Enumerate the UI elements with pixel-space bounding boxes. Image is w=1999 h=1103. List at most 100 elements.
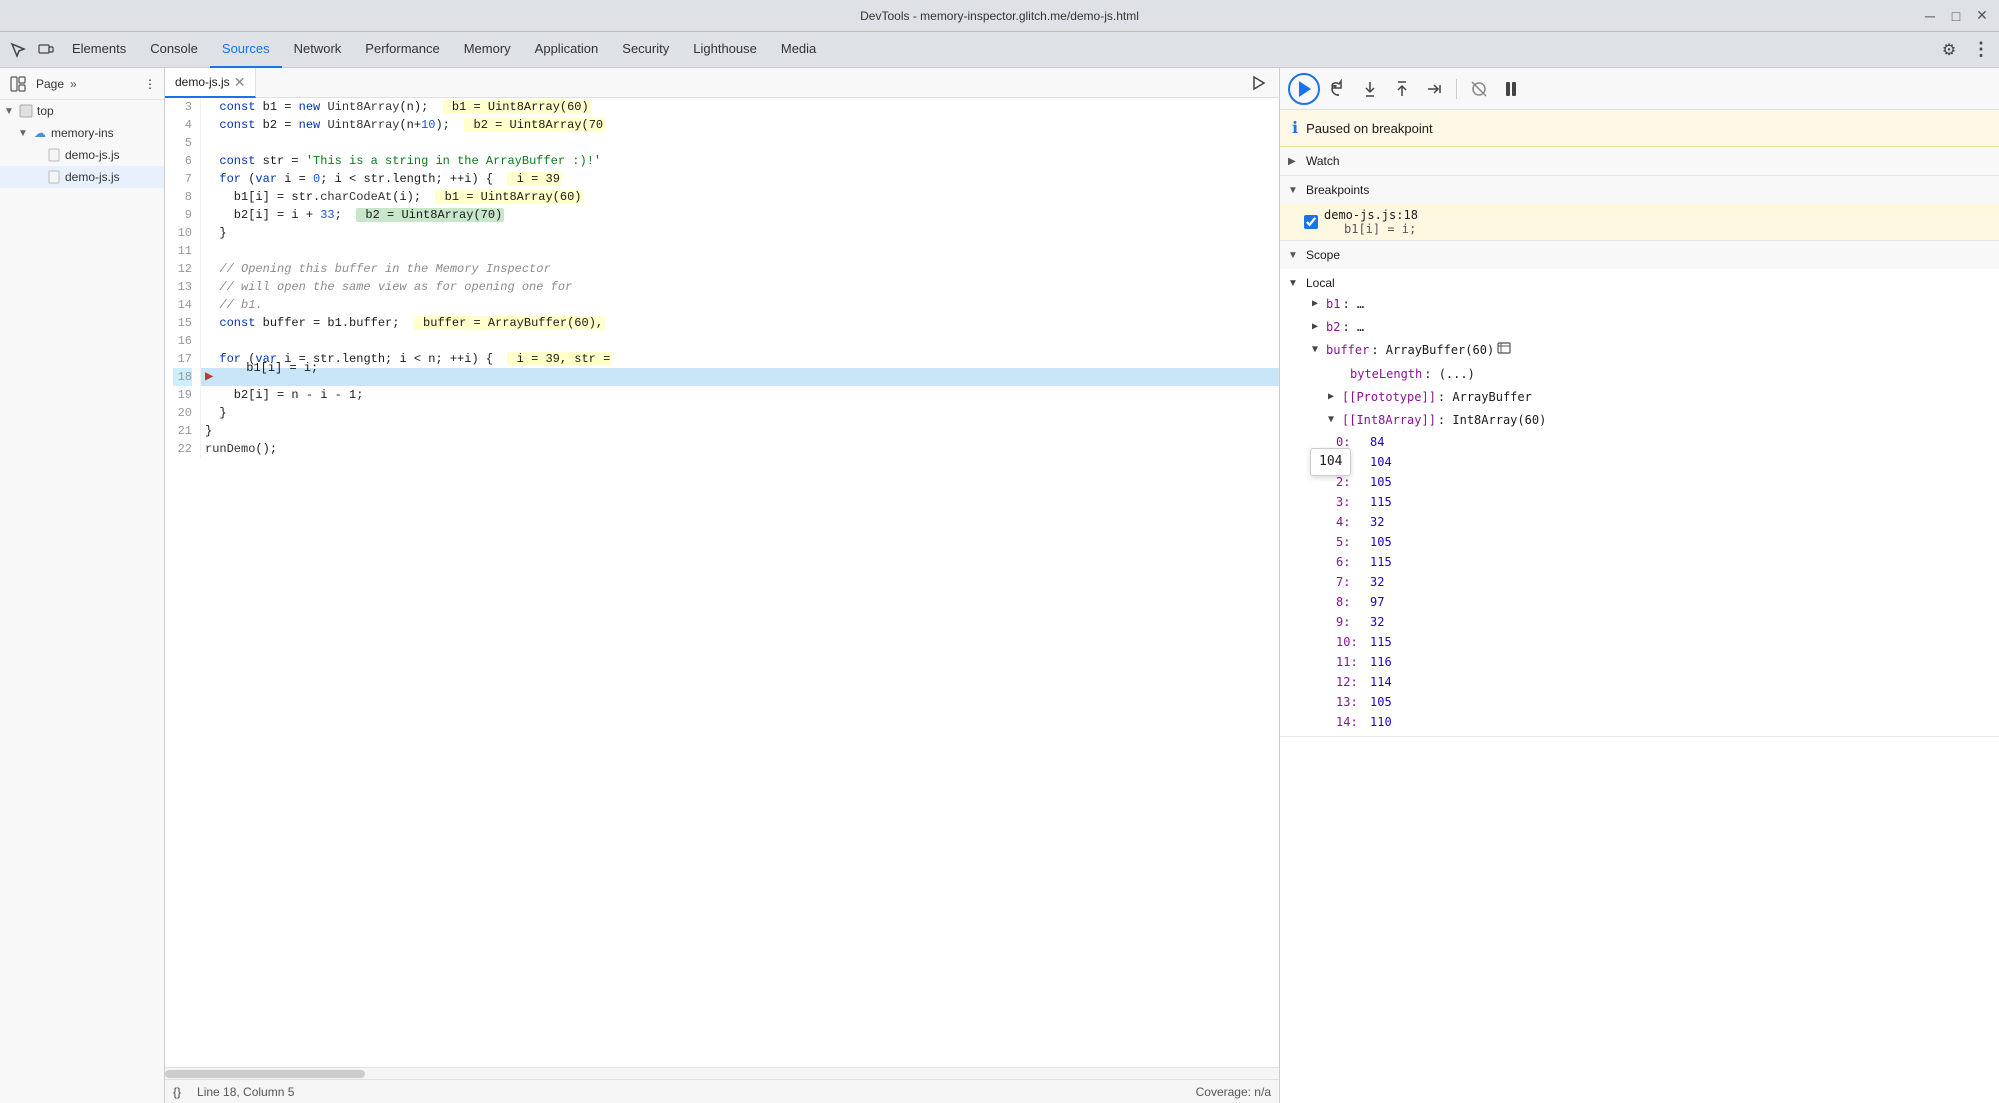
tab-network[interactable]: Network [282, 32, 354, 68]
code-horizontal-scrollbar[interactable] [165, 1067, 1279, 1079]
line-num-12: 12 [173, 260, 192, 278]
array-val-4: 32 [1370, 513, 1384, 531]
code-content[interactable]: 3 4 5 6 7 8 9 10 11 12 13 14 15 16 [165, 98, 1279, 1067]
code-line-21: } [201, 422, 1279, 440]
line-num-11: 11 [173, 242, 192, 260]
scope-b1[interactable]: ▶ b1 : … [1280, 293, 1999, 316]
scope-buffer-value: : ArrayBuffer(60) [1371, 341, 1494, 360]
expand-icon-prototype: ▶ [1328, 389, 1342, 405]
device-mode-icon[interactable] [32, 36, 60, 64]
maximize-button[interactable]: □ [1947, 7, 1965, 25]
array-key-7: 7: [1336, 573, 1366, 591]
array-key-12: 12: [1336, 673, 1366, 691]
tree-item-demo-js-1[interactable]: demo-js.js [0, 144, 164, 166]
deactivate-breakpoints-button[interactable] [1465, 75, 1493, 103]
step-out-button[interactable] [1388, 75, 1416, 103]
close-button[interactable]: ✕ [1973, 7, 1991, 25]
tree-item-demo-js-2[interactable]: demo-js.js [0, 166, 164, 188]
page-icon [18, 103, 34, 119]
array-val-0: 84 [1370, 433, 1384, 451]
breakpoint-details-0: demo-js.js:18 b1[i] = i; [1324, 208, 1418, 236]
line-num-16: 16 [173, 332, 192, 350]
line-num-15: 15 [173, 314, 192, 332]
title-bar-controls: ─ □ ✕ [1921, 7, 1991, 25]
array-val-13: 105 [1370, 693, 1392, 711]
resume-button[interactable] [1288, 73, 1320, 105]
tab-memory[interactable]: Memory [452, 32, 523, 68]
array-key-13: 13: [1336, 693, 1366, 711]
toolbar-separator [1456, 79, 1457, 99]
more-options-button[interactable]: ⋮ [1967, 36, 1995, 64]
tab-performance[interactable]: Performance [353, 32, 451, 68]
tab-security[interactable]: Security [610, 32, 681, 68]
pause-on-exceptions-button[interactable] [1497, 75, 1525, 103]
breakpoint-checkbox-0[interactable] [1304, 215, 1318, 229]
title-bar: DevTools - memory-inspector.glitch.me/de… [0, 0, 1999, 32]
array-item-3: 3: 115 [1280, 492, 1999, 512]
chevron-down-icon: ▼ [4, 106, 18, 117]
debug-toolbar [1280, 68, 1999, 110]
tab-sources[interactable]: Sources [210, 32, 282, 68]
info-icon: ℹ [1292, 118, 1298, 138]
array-key-2: 2: [1336, 473, 1366, 491]
scope-prototype[interactable]: ▶ [[Prototype]] : ArrayBuffer [1280, 386, 1999, 409]
array-item-8: 8: 97 [1280, 592, 1999, 612]
line-num-7: 7 [173, 170, 192, 188]
step-into-button[interactable] [1356, 75, 1384, 103]
scope-section-header[interactable]: ▼ Scope [1280, 241, 1999, 269]
step-over-button[interactable] [1324, 75, 1352, 103]
code-playback-button[interactable] [1247, 71, 1271, 95]
array-item-4: 4: 32 [1280, 512, 1999, 532]
step-button[interactable] [1420, 75, 1448, 103]
cursor-icon[interactable] [4, 36, 32, 64]
line-num-14: 14 [173, 296, 192, 314]
page-tab[interactable]: Page [32, 75, 68, 93]
code-tabs: demo-js.js ✕ [165, 68, 1279, 98]
scope-b2[interactable]: ▶ b2 : … [1280, 316, 1999, 339]
code-scrollbar-thumb[interactable] [165, 1070, 365, 1078]
format-button[interactable]: {} [173, 1085, 181, 1099]
line-num-22: 22 [173, 440, 192, 458]
memory-inspector-icon[interactable] [1497, 341, 1511, 355]
array-key-6: 6: [1336, 553, 1366, 571]
tree-label-demo-js-1: demo-js.js [65, 148, 120, 162]
tab-media[interactable]: Media [769, 32, 828, 68]
tree-item-memory-ins[interactable]: ▼ ☁ memory-ins [0, 122, 164, 144]
code-line-6: const str = 'This is a string in the Arr… [201, 152, 1279, 170]
code-line-16 [201, 332, 1279, 350]
tab-elements[interactable]: Elements [60, 32, 138, 68]
array-item-0: 0: 84 [1280, 432, 1999, 452]
tab-application[interactable]: Application [523, 32, 611, 68]
status-bar: {} Line 18, Column 5 Coverage: n/a [165, 1079, 1279, 1103]
scope-b1-name: b1 [1326, 295, 1340, 314]
scope-section: ▼ Scope ▼ Local ▶ b1 : … [1280, 241, 1999, 737]
file-panel-menu-button[interactable]: ⋮ [144, 77, 156, 91]
line-num-19: 19 [173, 386, 192, 404]
tab-lighthouse[interactable]: Lighthouse [681, 32, 769, 68]
top-tabs-right: ⚙ ⋮ [1935, 36, 1995, 64]
watch-section-header[interactable]: ▶ Watch [1280, 147, 1999, 175]
tree-item-top[interactable]: ▼ top [0, 100, 164, 122]
close-tab-icon[interactable]: ✕ [234, 75, 246, 89]
chevron-down-icon-scope: ▼ [1288, 250, 1302, 261]
expand-icon-buffer: ▼ [1312, 342, 1326, 358]
breakpoints-section-header[interactable]: ▼ Breakpoints [1280, 176, 1999, 204]
more-tabs-button[interactable]: » [70, 77, 77, 91]
scope-int8array[interactable]: ▼ [[Int8Array]] : Int8Array(60) [1280, 409, 1999, 432]
code-tab-demo-js[interactable]: demo-js.js ✕ [165, 68, 256, 98]
array-key-14: 14: [1336, 713, 1366, 731]
array-val-14: 110 [1370, 713, 1392, 731]
local-scope-header[interactable]: ▼ Local [1280, 273, 1999, 293]
scope-buffer[interactable]: ▼ buffer : ArrayBuffer(60) [1280, 339, 1999, 362]
settings-button[interactable]: ⚙ [1935, 36, 1963, 64]
tab-console[interactable]: Console [138, 32, 210, 68]
chevron-down-icon-local: ▼ [1288, 278, 1302, 289]
minimize-button[interactable]: ─ [1921, 7, 1939, 25]
code-line-12: // Opening this buffer in the Memory Ins… [201, 260, 1279, 278]
layout-toggle-button[interactable] [8, 74, 28, 94]
chevron-down-icon: ▼ [18, 128, 32, 139]
array-key-9: 9: [1336, 613, 1366, 631]
array-val-8: 97 [1370, 593, 1384, 611]
title-bar-title: DevTools - memory-inspector.glitch.me/de… [860, 9, 1139, 23]
array-item-11: 11: 116 [1280, 652, 1999, 672]
